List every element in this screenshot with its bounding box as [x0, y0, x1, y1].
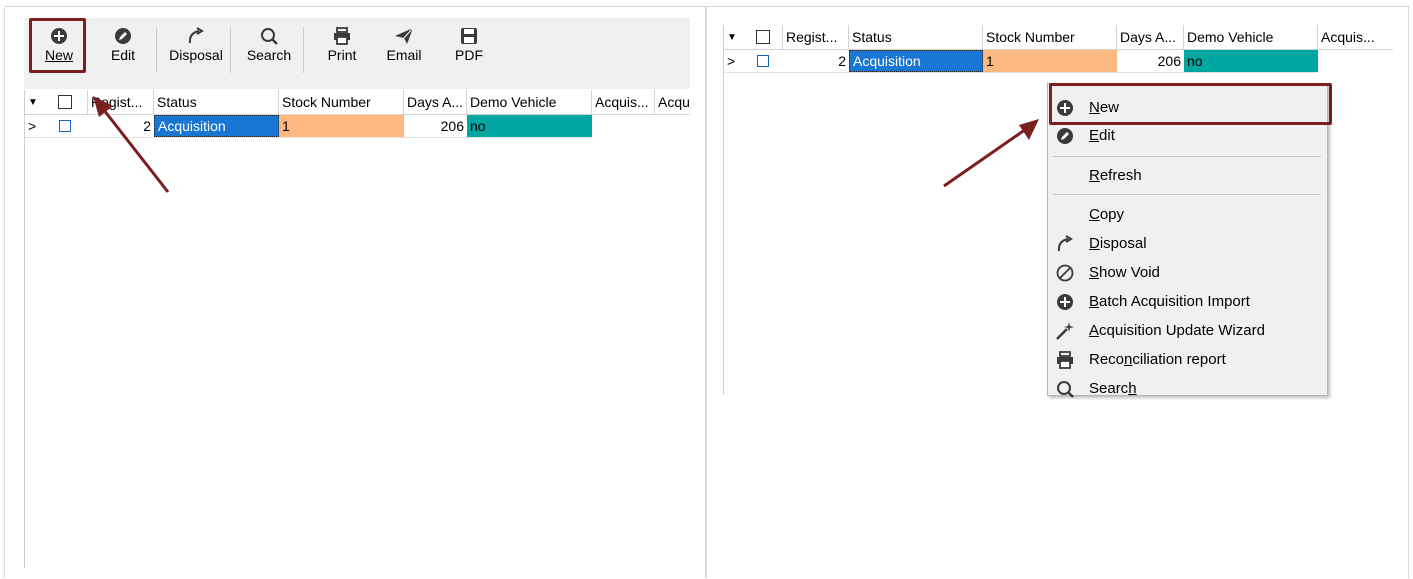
left-screenshot-panel: New Edit Disposal Search Print Email PDF… — [4, 6, 706, 578]
annotation-arrow — [93, 96, 170, 193]
annotation-arrow — [943, 119, 1039, 188]
right-screenshot-panel: ▼ Regist... Status Stock Number Days A..… — [706, 6, 1409, 578]
